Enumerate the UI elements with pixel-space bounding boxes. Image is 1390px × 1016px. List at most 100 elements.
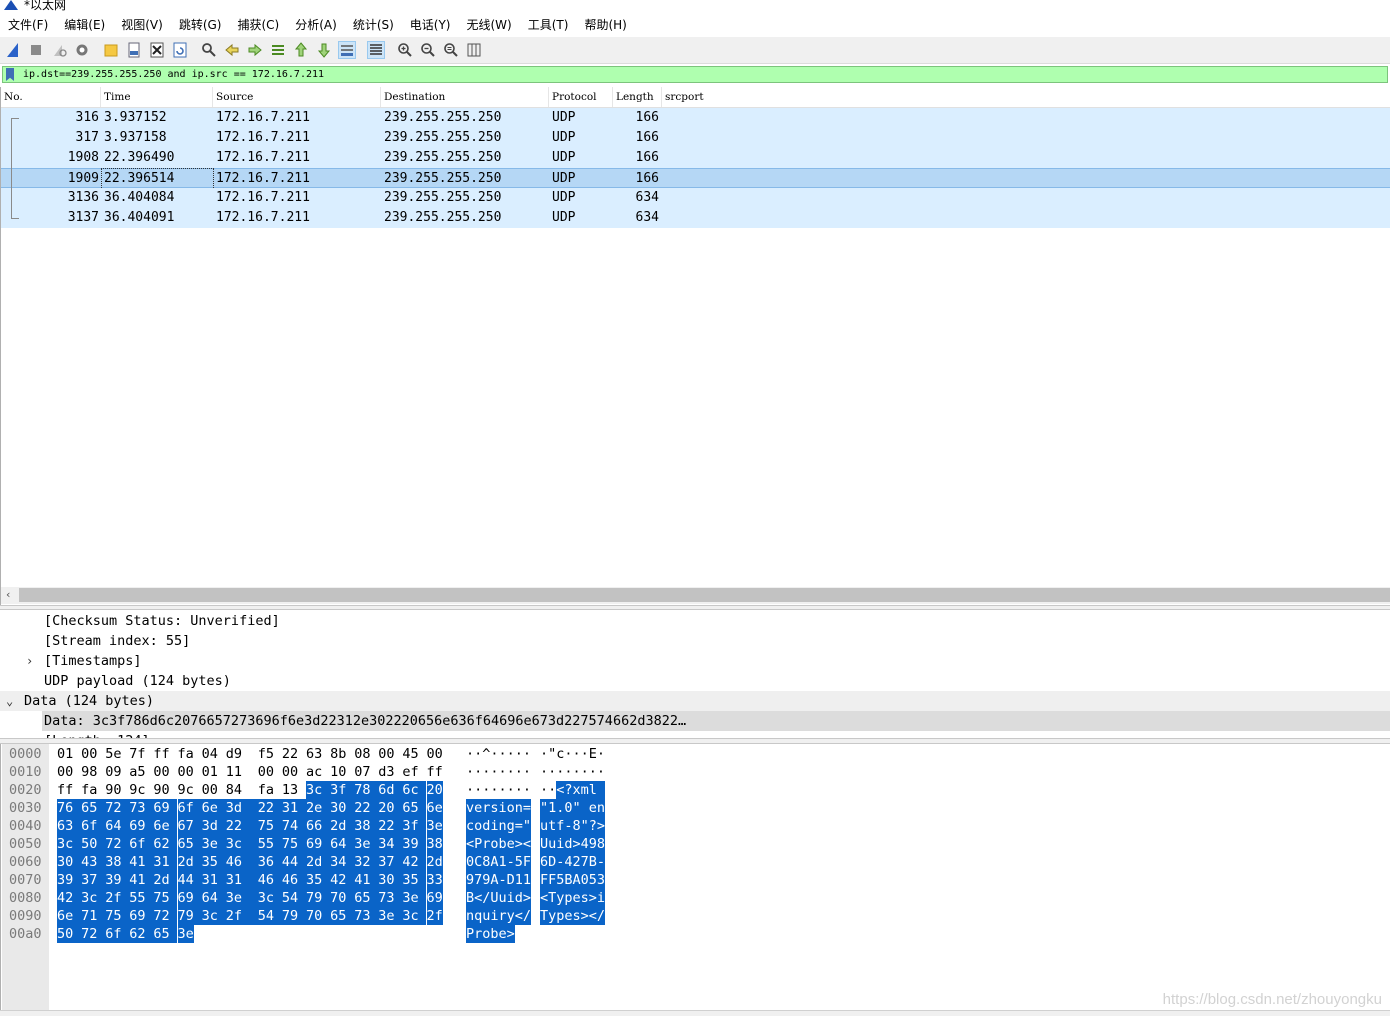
- ascii-text[interactable]: 6D-427B-: [540, 853, 606, 871]
- hex-byte[interactable]: 7f: [129, 745, 145, 763]
- hex-byte[interactable]: 6f: [129, 835, 154, 853]
- restart-capture-icon[interactable]: [50, 41, 68, 59]
- hex-byte[interactable]: 22: [378, 817, 403, 835]
- ascii-text[interactable]: Uuid>498: [540, 835, 606, 853]
- hex-byte[interactable]: 01: [202, 763, 218, 781]
- hex-byte[interactable]: 65: [402, 799, 427, 817]
- column-header-length[interactable]: Length: [613, 87, 662, 107]
- hex-byte[interactable]: 31: [153, 853, 178, 871]
- hex-byte[interactable]: 38: [105, 853, 130, 871]
- hex-byte[interactable]: 71: [81, 907, 106, 925]
- zoom-out-icon[interactable]: [419, 41, 437, 59]
- bookmark-icon[interactable]: [6, 68, 14, 81]
- hex-byte[interactable]: 11: [226, 763, 242, 781]
- hex-byte[interactable]: 6e: [426, 799, 443, 817]
- hex-byte[interactable]: 04: [202, 745, 218, 763]
- ascii-text[interactable]: <Types>i: [540, 889, 606, 907]
- hex-byte[interactable]: 6c: [402, 781, 427, 799]
- hex-byte[interactable]: 20: [426, 781, 443, 799]
- hex-byte[interactable]: 50: [81, 835, 106, 853]
- ascii-text[interactable]: nquiry</: [466, 907, 532, 925]
- hex-byte[interactable]: 46: [281, 871, 306, 889]
- hex-byte[interactable]: 6e: [57, 907, 82, 925]
- hex-byte[interactable]: 22: [282, 745, 298, 763]
- hex-byte[interactable]: 3f: [330, 781, 355, 799]
- hex-byte[interactable]: 30: [57, 853, 82, 871]
- hex-byte[interactable]: 6f: [105, 925, 130, 943]
- column-header-time[interactable]: Time: [101, 87, 213, 107]
- zoom-normal-icon[interactable]: [442, 41, 460, 59]
- hex-byte[interactable]: 00: [81, 745, 97, 763]
- scrollbar-thumb[interactable]: [19, 588, 1390, 602]
- capture-options-gear-icon[interactable]: [73, 41, 91, 59]
- hex-byte[interactable]: ff: [57, 781, 73, 799]
- reload-file-icon[interactable]: [171, 41, 189, 59]
- hex-byte[interactable]: 6d: [378, 781, 403, 799]
- display-filter-text[interactable]: ip.dst==239.255.255.250 and ip.src == 17…: [23, 67, 324, 83]
- hex-byte[interactable]: 45: [402, 745, 418, 763]
- resize-columns-icon[interactable]: [465, 41, 483, 59]
- hex-byte[interactable]: 2f: [105, 889, 130, 907]
- hex-byte[interactable]: 67: [177, 817, 202, 835]
- hex-byte[interactable]: 2e: [306, 799, 331, 817]
- packet-row[interactable]: 1909 22.396514 172.16.7.211 239.255.255.250…: [1, 168, 1390, 190]
- hex-byte[interactable]: 37: [81, 871, 106, 889]
- menu-item[interactable]: 捕获(C): [229, 14, 287, 36]
- expand-arrow-icon[interactable]: ›: [26, 651, 33, 671]
- hex-byte[interactable]: 44: [281, 853, 306, 871]
- hex-byte[interactable]: 35: [402, 871, 427, 889]
- hex-byte[interactable]: 69: [426, 889, 443, 907]
- hex-byte[interactable]: 3e: [201, 835, 226, 853]
- hex-byte[interactable]: f5: [258, 745, 274, 763]
- hex-byte[interactable]: 75: [153, 889, 178, 907]
- hex-byte[interactable]: 3c: [57, 835, 82, 853]
- hex-byte[interactable]: 54: [281, 889, 306, 907]
- hex-byte[interactable]: 41: [354, 871, 379, 889]
- hex-byte[interactable]: 00: [378, 745, 394, 763]
- packet-row[interactable]: 317 3.937158 172.16.7.211 239.255.255.250 UD…: [1, 128, 1390, 148]
- hex-byte[interactable]: 3c: [402, 907, 427, 925]
- hex-byte[interactable]: 3c: [225, 835, 258, 853]
- ascii-text[interactable]: ·"c···E·: [540, 745, 605, 763]
- hex-byte[interactable]: 13: [282, 781, 298, 799]
- hex-byte[interactable]: 3e: [426, 817, 443, 835]
- ascii-text[interactable]: utf-8"?>: [540, 817, 606, 835]
- hex-byte[interactable]: 65: [153, 925, 178, 943]
- hex-byte[interactable]: 35: [306, 871, 331, 889]
- hex-byte[interactable]: 10: [330, 763, 346, 781]
- hex-byte[interactable]: 72: [153, 907, 178, 925]
- packet-row[interactable]: 316 3.937152 172.16.7.211 239.255.255.250 UD…: [1, 108, 1390, 128]
- hex-byte[interactable]: ac: [306, 763, 322, 781]
- hex-byte[interactable]: d9: [226, 745, 242, 763]
- hex-byte[interactable]: 78: [354, 781, 379, 799]
- hex-byte[interactable]: 69: [129, 817, 154, 835]
- packet-row[interactable]: 1908 22.396490 172.16.7.211 239.255.255.250…: [1, 148, 1390, 168]
- hex-byte[interactable]: 76: [57, 799, 82, 817]
- hex-byte[interactable]: 3e: [225, 889, 258, 907]
- hex-byte[interactable]: 79: [281, 907, 306, 925]
- hex-byte[interactable]: 3c: [306, 781, 331, 799]
- hex-byte[interactable]: 43: [81, 853, 106, 871]
- menu-item[interactable]: 跳转(G): [171, 14, 230, 36]
- hex-byte[interactable]: 98: [81, 763, 97, 781]
- menu-item[interactable]: 电话(Y): [402, 14, 459, 36]
- hex-byte[interactable]: 3c: [257, 889, 282, 907]
- hex-byte[interactable]: 73: [378, 889, 403, 907]
- hex-byte[interactable]: 62: [129, 925, 154, 943]
- ascii-text[interactable]: 979A-D11: [466, 871, 532, 889]
- hex-byte[interactable]: 3d: [225, 799, 258, 817]
- auto-scroll-icon[interactable]: [338, 41, 356, 59]
- packet-row[interactable]: 3137 36.404091 172.16.7.211 239.255.255.250…: [1, 208, 1390, 228]
- hex-byte[interactable]: 90: [105, 781, 121, 799]
- hex-byte[interactable]: 3e: [177, 925, 194, 943]
- hex-byte[interactable]: 2d: [153, 871, 178, 889]
- hex-byte[interactable]: 3c: [201, 907, 226, 925]
- ascii-text[interactable]: ··: [540, 781, 556, 799]
- hex-byte[interactable]: 84: [226, 781, 242, 799]
- hex-byte[interactable]: 63: [306, 745, 322, 763]
- hex-byte[interactable]: 6f: [81, 817, 106, 835]
- data-tree-node[interactable]: ⌄ Data (124 bytes): [0, 691, 1390, 711]
- hex-byte[interactable]: 75: [281, 835, 306, 853]
- hex-byte[interactable]: 31: [201, 871, 226, 889]
- ascii-text[interactable]: ········: [466, 763, 531, 781]
